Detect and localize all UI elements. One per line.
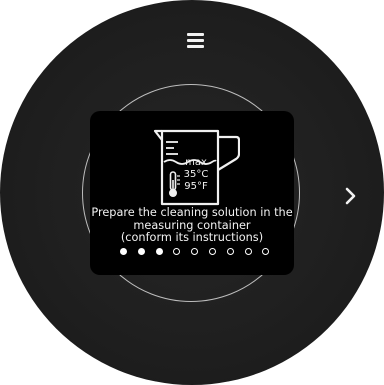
menu-button[interactable]	[184, 30, 208, 52]
page-dot[interactable]	[244, 248, 252, 255]
chevron-right-icon	[345, 187, 356, 205]
next-button[interactable]	[340, 184, 362, 208]
page-dot[interactable]	[120, 248, 127, 255]
thermometer-icon	[169, 171, 180, 197]
step-pagination	[120, 248, 270, 258]
page-dot[interactable]	[262, 248, 270, 255]
instruction-text: Prepare the cleaning solution in the mea…	[90, 206, 294, 245]
max-label: max	[185, 157, 207, 168]
menu-bar	[187, 45, 204, 48]
page-dot[interactable]	[191, 248, 199, 255]
page-dot[interactable]	[173, 248, 181, 255]
display-screen: max 35°C 95°F Prepare the cleaning solut…	[90, 111, 294, 275]
menu-bar	[187, 39, 204, 42]
page-dot[interactable]	[137, 248, 145, 255]
fahrenheit-label: 95°F	[184, 181, 208, 192]
menu-bar	[187, 33, 204, 36]
instruction-line: Prepare the cleaning solution in the	[91, 206, 293, 219]
device-dial: max 35°C 95°F Prepare the cleaning solut…	[0, 0, 384, 385]
page-dot[interactable]	[155, 248, 163, 255]
celsius-label: 35°C	[183, 169, 209, 180]
page-dot[interactable]	[226, 248, 234, 255]
instruction-line: (conform its instructions)	[120, 231, 264, 244]
page-dot[interactable]	[209, 248, 216, 255]
